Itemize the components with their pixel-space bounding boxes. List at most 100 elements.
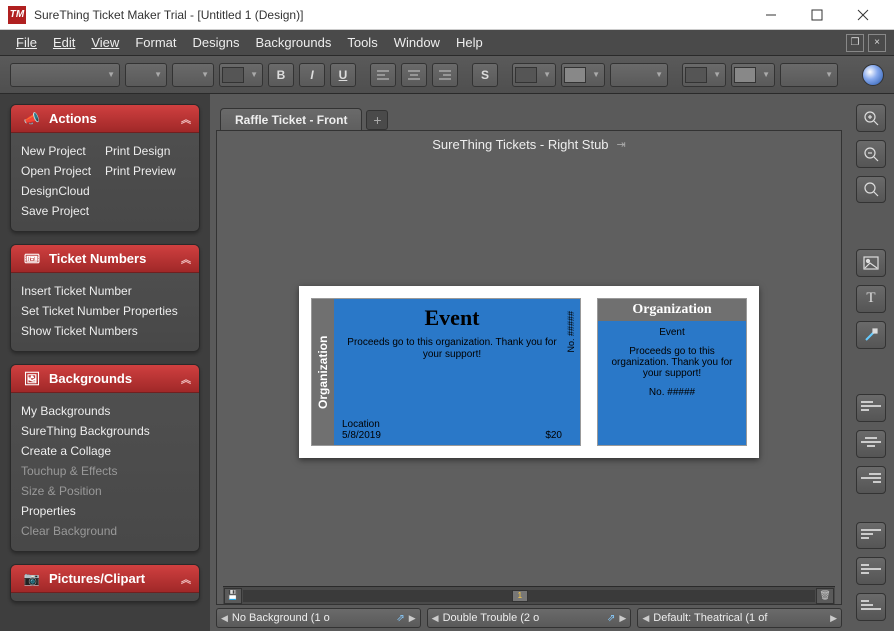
menu-edit[interactable]: Edit — [45, 32, 83, 53]
italic-button[interactable]: I — [299, 63, 325, 87]
panel-clipart-header[interactable]: 📷 Pictures/Clipart ︽ — [11, 565, 199, 593]
panel-backgrounds: 🖼 Backgrounds ︽ My Backgrounds SureThing… — [10, 364, 200, 552]
image-tool-button[interactable] — [856, 249, 886, 277]
stub-org: Organization — [598, 299, 746, 321]
menu-backgrounds[interactable]: Backgrounds — [247, 32, 339, 53]
font-color-swatch[interactable]: ▼ — [219, 63, 263, 87]
fill-color-swatch[interactable]: ▼ — [512, 63, 556, 87]
link-new-project[interactable]: New Project — [21, 141, 105, 161]
shape-weight-combo[interactable]: ▼ — [780, 63, 838, 87]
menu-view[interactable]: View — [83, 32, 127, 53]
link-show-ticket-numbers[interactable]: Show Ticket Numbers — [21, 321, 189, 341]
panel-actions: 📣 Actions ︽ New Project Print Design Ope… — [10, 104, 200, 232]
ticket-description: Proceeds go to this organization. Thank … — [342, 337, 562, 361]
menu-format[interactable]: Format — [127, 32, 184, 53]
mdi-restore-icon[interactable]: ❐ — [846, 34, 864, 52]
underline-button[interactable]: U — [330, 63, 356, 87]
page-thumb[interactable]: 1 — [512, 590, 528, 602]
stub-event: Event — [608, 327, 736, 338]
prev-arrow-icon[interactable]: ◀ — [432, 613, 439, 624]
ticket-icon: 🎟 — [19, 248, 45, 270]
maximize-button[interactable] — [794, 0, 840, 30]
panel-backgrounds-header[interactable]: 🖼 Backgrounds ︽ — [11, 365, 199, 393]
next-arrow-icon[interactable]: ▶ — [830, 613, 837, 624]
zoom-in-button[interactable] — [856, 104, 886, 132]
ticket-main[interactable]: Organization Event Proceeds go to this o… — [311, 298, 581, 446]
font-style-combo[interactable]: ▼ — [172, 63, 214, 87]
menu-file[interactable]: File — [8, 32, 45, 53]
font-size-combo[interactable]: ▼ — [125, 63, 167, 87]
link-save-project[interactable]: Save Project — [21, 201, 105, 221]
design-surface[interactable]: Organization Event Proceeds go to this o… — [217, 158, 841, 586]
align-left-tool[interactable] — [856, 394, 886, 422]
window-title: SureThing Ticket Maker Trial - [Untitled… — [34, 8, 748, 22]
next-arrow-icon[interactable]: ▶ — [409, 613, 416, 624]
align-right-tool[interactable] — [856, 466, 886, 494]
minimize-button[interactable] — [748, 0, 794, 30]
align-right-button[interactable] — [432, 63, 458, 87]
link-designcloud[interactable]: DesignCloud — [21, 181, 105, 201]
shape-fill-swatch[interactable]: ▼ — [682, 63, 726, 87]
chevron-up-icon: ︽ — [181, 111, 191, 126]
mdi-close-icon[interactable]: × — [868, 34, 886, 52]
link-my-backgrounds[interactable]: My Backgrounds — [21, 401, 189, 421]
save-page-icon[interactable]: 💾 — [224, 588, 242, 604]
background-selector[interactable]: ◀ No Background (1 o ⇗ ▶ — [216, 608, 421, 628]
eyedropper-tool-button[interactable] — [856, 321, 886, 349]
font-family-combo[interactable]: ▼ — [10, 63, 120, 87]
next-arrow-icon[interactable]: ▶ — [619, 613, 626, 624]
globe-icon[interactable] — [862, 64, 884, 86]
menu-designs[interactable]: Designs — [184, 32, 247, 53]
link-bg-properties[interactable]: Properties — [21, 501, 189, 521]
link-open-project[interactable]: Open Project — [21, 161, 105, 181]
panel-title: Actions — [49, 111, 97, 126]
link-ticket-number-properties[interactable]: Set Ticket Number Properties — [21, 301, 189, 321]
zoom-out-button[interactable] — [856, 140, 886, 168]
app-logo-icon: TM — [8, 6, 26, 24]
close-button[interactable] — [840, 0, 886, 30]
panel-actions-header[interactable]: 📣 Actions ︽ — [11, 105, 199, 133]
prev-arrow-icon[interactable]: ◀ — [221, 613, 228, 624]
link-create-collage[interactable]: Create a Collage — [21, 441, 189, 461]
bold-button[interactable]: B — [268, 63, 294, 87]
ticket-number-side: No. ##### — [566, 311, 576, 353]
tab-raffle-front[interactable]: Raffle Ticket - Front — [220, 108, 362, 130]
canvas-title: SureThing Tickets - Right Stub ⇥ — [217, 131, 841, 158]
menu-bar: File Edit View Format Designs Background… — [0, 30, 894, 56]
link-print-preview[interactable]: Print Preview — [105, 161, 189, 181]
prev-arrow-icon[interactable]: ◀ — [642, 613, 649, 624]
align-center-button[interactable] — [401, 63, 427, 87]
panel-ticketnums-header[interactable]: 🎟 Ticket Numbers ︽ — [11, 245, 199, 273]
stub-indicator-icon: ⇥ — [617, 138, 626, 151]
text-tool-button[interactable]: T — [856, 285, 886, 313]
link-clear-background: Clear Background — [21, 521, 189, 541]
align-bottom-tool[interactable] — [856, 593, 886, 621]
link-touchup-effects: Touchup & Effects — [21, 461, 189, 481]
delete-page-icon[interactable]: 🗑 — [816, 588, 834, 604]
chevron-up-icon: ︽ — [181, 571, 191, 586]
link-icon: ⇗ — [396, 613, 404, 624]
template-selector[interactable]: ◀ Default: Theatrical (1 of ▶ — [637, 608, 842, 628]
align-top-tool[interactable] — [856, 522, 886, 550]
menu-tools[interactable]: Tools — [339, 32, 385, 53]
link-insert-ticket-number[interactable]: Insert Ticket Number — [21, 281, 189, 301]
link-print-design[interactable]: Print Design — [105, 141, 189, 161]
menu-window[interactable]: Window — [386, 32, 448, 53]
add-tab-button[interactable]: + — [366, 110, 388, 130]
page-scroller[interactable]: 💾 1 🗑 — [223, 586, 835, 604]
align-center-h-tool[interactable] — [856, 430, 886, 458]
align-left-button[interactable] — [370, 63, 396, 87]
shadow-button[interactable]: S — [472, 63, 498, 87]
ticket-org-strip: Organization — [312, 299, 334, 445]
zoom-fit-button[interactable] — [856, 176, 886, 204]
shape-line-swatch[interactable]: ▼ — [731, 63, 775, 87]
panel-title: Ticket Numbers — [49, 251, 146, 266]
menu-help[interactable]: Help — [448, 32, 491, 53]
align-center-v-tool[interactable] — [856, 557, 886, 585]
line-weight-combo[interactable]: ▼ — [610, 63, 668, 87]
link-surething-backgrounds[interactable]: SureThing Backgrounds — [21, 421, 189, 441]
ticket-stub[interactable]: Organization Event Proceeds go to this o… — [597, 298, 747, 446]
line-color-swatch[interactable]: ▼ — [561, 63, 605, 87]
tool-rail: T — [848, 94, 894, 631]
layout-selector[interactable]: ◀ Double Trouble (2 o ⇗ ▶ — [427, 608, 632, 628]
